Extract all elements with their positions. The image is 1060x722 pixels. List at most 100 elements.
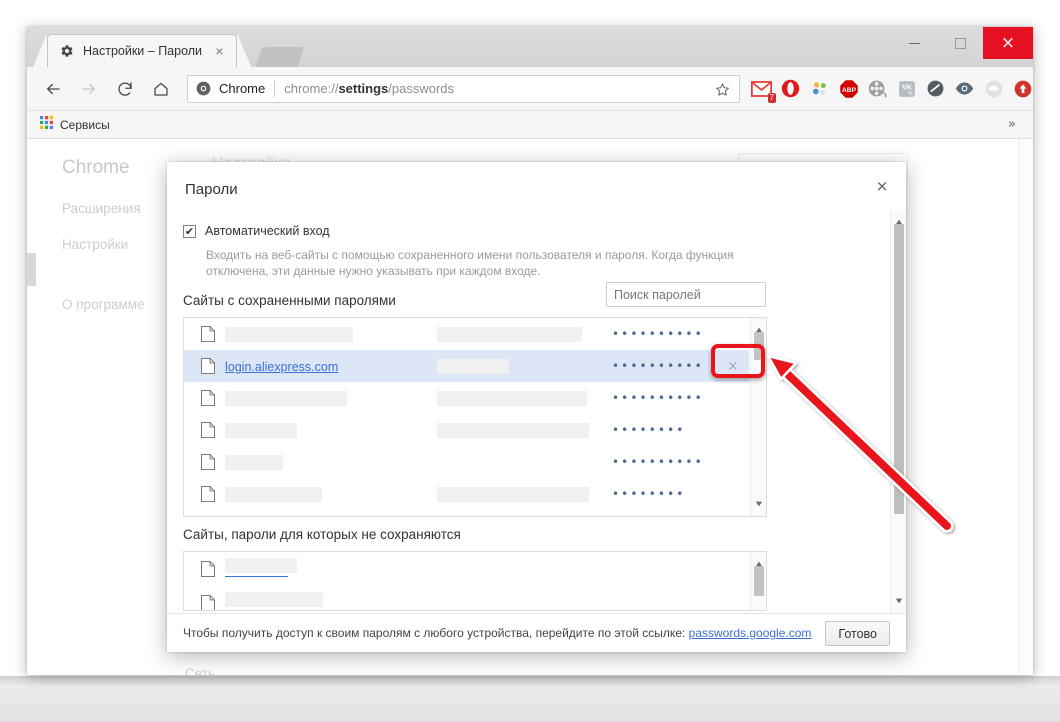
gear-icon (59, 43, 75, 59)
scroll-down-arrow-icon[interactable] (895, 592, 903, 610)
table-row[interactable]: login.aliexpress.com •••••••••• × (184, 350, 749, 382)
dialog-close-icon[interactable]: × (870, 174, 894, 198)
username-cell (437, 390, 612, 406)
colorful-dots-icon[interactable] (807, 76, 832, 101)
dialog-title: Пароли (185, 181, 238, 198)
site-cell (225, 486, 434, 502)
redacted-username (437, 391, 587, 406)
sidebar-item-settings[interactable]: Настройки (62, 237, 128, 252)
cloud-upload-light-icon[interactable] (981, 76, 1006, 101)
username-cell (437, 422, 612, 438)
dialog-footer: Чтобы получить доступ к своим паролям с … (167, 613, 906, 652)
tab-strip: Настройки – Пароли × (27, 27, 1033, 67)
document-icon (201, 358, 215, 374)
document-icon (201, 422, 215, 438)
vk-downloader-icon[interactable]: VK % (894, 76, 919, 101)
site-cell (225, 454, 434, 470)
bookmarks-overflow-icon[interactable]: » (1008, 117, 1015, 132)
redacted-username (437, 487, 589, 502)
document-icon (201, 390, 215, 406)
window-minimize-button[interactable] (891, 27, 937, 59)
list-item[interactable] (184, 552, 749, 586)
password-dots: •••••••••• (612, 455, 704, 469)
blocked-sites-list (183, 551, 767, 611)
home-button[interactable] (146, 74, 176, 104)
username-cell (437, 358, 612, 374)
saved-list-scrollbar[interactable] (750, 318, 766, 516)
saved-scroll-thumb[interactable] (754, 332, 764, 360)
apps-grid-icon (40, 116, 53, 134)
blocked-site-cell (225, 561, 434, 577)
list-item[interactable] (184, 586, 749, 611)
window-maximize-button[interactable] (937, 27, 983, 59)
tab-settings-passwords[interactable]: Настройки – Пароли × (47, 34, 237, 67)
bookmark-star-icon[interactable] (713, 80, 732, 99)
sidebar-item-about[interactable]: О программе (62, 297, 145, 312)
sidebar-selection-indicator (27, 253, 36, 286)
redacted-site (225, 487, 322, 502)
gmail-badge: 7 (768, 93, 776, 103)
table-row[interactable]: •••••••••• (184, 382, 749, 414)
saved-scroll-down-arrow-icon[interactable] (755, 495, 763, 513)
red-upload-icon[interactable] (1010, 76, 1035, 101)
svg-text:%: % (908, 90, 913, 96)
page-scrollbar[interactable] (1018, 139, 1033, 675)
forward-button[interactable] (74, 74, 104, 104)
passwords-google-link[interactable]: passwords.google.com (689, 626, 812, 640)
table-row[interactable]: •••••••• (184, 414, 749, 446)
redacted-blocked-site (225, 592, 323, 607)
password-dots: •••••••••• (612, 359, 704, 373)
site-link[interactable]: login.aliexpress.com (225, 360, 338, 374)
autologin-checkbox[interactable]: ✔ (183, 225, 196, 238)
redacted-site (225, 423, 297, 438)
autologin-description: Входить на веб-сайты с помощью сохраненн… (206, 247, 751, 279)
redacted-blocked-site (225, 558, 297, 573)
remove-password-button[interactable]: × (723, 356, 743, 376)
redacted-site (225, 391, 347, 406)
maximize-icon (955, 38, 966, 49)
redacted-site (225, 327, 353, 342)
search-placeholder: Поиск паролей (614, 288, 701, 302)
new-tab-button[interactable] (256, 47, 304, 67)
gmail-extension-icon[interactable]: 7 (749, 76, 774, 101)
table-row[interactable]: •••••••• (184, 478, 749, 510)
footer-text-label: Чтобы получить доступ к своим паролям с … (183, 626, 689, 640)
checkmark-icon: ✔ (185, 225, 194, 238)
address-bar[interactable]: Chrome chrome://settings/passwords (187, 75, 740, 103)
password-dots: •••••••••• (612, 327, 704, 341)
table-row[interactable]: •••••••••• (184, 446, 749, 478)
omnibox-divider (274, 81, 275, 97)
sidebar-item-extensions[interactable]: Расширения (62, 201, 141, 216)
saved-passwords-heading: Сайты с сохраненными паролями (183, 293, 396, 308)
bookmark-item-services[interactable]: Сервисы (40, 116, 110, 134)
back-button[interactable] (38, 74, 68, 104)
blocked-rows-container (184, 552, 749, 611)
window-close-button[interactable]: × (983, 27, 1033, 59)
dialog-scroll-thumb[interactable] (894, 224, 904, 514)
site-cell (225, 422, 434, 438)
reload-button[interactable] (110, 74, 140, 104)
username-cell (437, 486, 612, 502)
eye-icon[interactable] (952, 76, 977, 101)
opera-vpn-icon[interactable] (778, 76, 803, 101)
url-bold: settings (338, 81, 388, 96)
svg-text:ABP: ABP (841, 86, 856, 93)
dark-circle-icon[interactable] (923, 76, 948, 101)
blocked-list-scrollbar[interactable] (750, 552, 766, 610)
password-dots: •••••••• (612, 487, 685, 501)
search-passwords-input[interactable]: Поиск паролей (606, 282, 766, 307)
tab-title: Настройки – Пароли (83, 44, 202, 58)
table-row[interactable]: •••••••••• (184, 318, 749, 350)
blocked-site-cell (225, 595, 434, 611)
adblock-plus-icon[interactable]: ABP (836, 76, 861, 101)
redacted-site (225, 455, 283, 470)
saved-passwords-list: ••••••••••login.aliexpress.com••••••••••… (183, 317, 767, 517)
film-reel-icon[interactable] (865, 76, 890, 101)
minimize-icon (909, 43, 920, 44)
tab-close-icon[interactable]: × (212, 44, 227, 59)
dialog-scrollbar[interactable] (890, 210, 906, 613)
screenshot-root: Настройки – Пароли × × (0, 0, 1060, 722)
autologin-row[interactable]: ✔ Автоматический вход (183, 224, 330, 238)
blocked-scroll-thumb[interactable] (754, 566, 764, 596)
done-button[interactable]: Готово (825, 621, 890, 646)
